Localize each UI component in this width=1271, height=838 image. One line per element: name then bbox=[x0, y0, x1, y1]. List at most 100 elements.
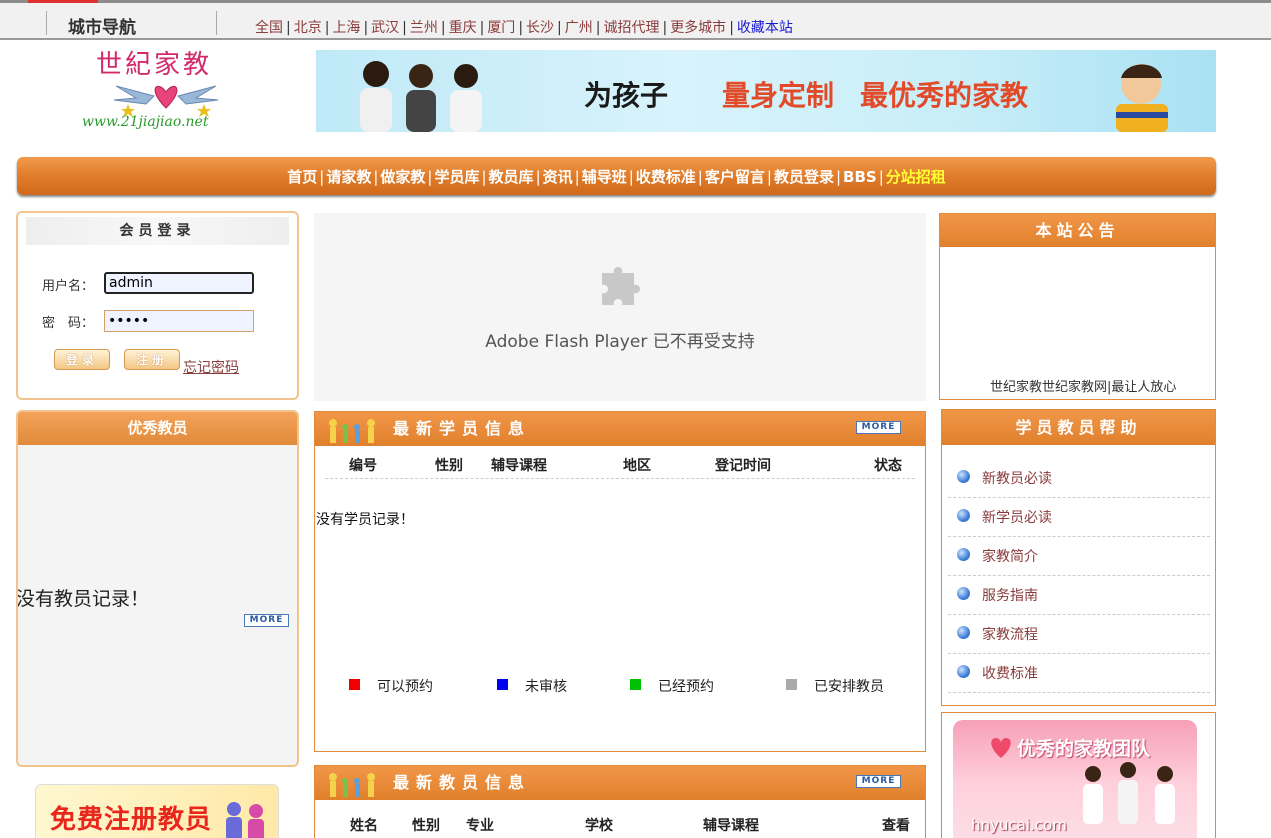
forgot-password-link[interactable]: 忘记密码 bbox=[183, 357, 239, 377]
nav-news[interactable]: 资讯 bbox=[543, 168, 573, 186]
city-link-xiamen[interactable]: 厦门 bbox=[487, 20, 515, 36]
member-login-panel: 会员登录 用户名： 密 码： 登录 注册 忘记密码 bbox=[16, 211, 299, 400]
plugin-icon bbox=[602, 267, 640, 305]
help-link-intro[interactable]: 家教简介 bbox=[982, 546, 1038, 566]
bullet-icon bbox=[957, 470, 970, 483]
family-icon bbox=[329, 419, 375, 443]
city-link-changsha[interactable]: 长沙 bbox=[526, 20, 554, 36]
city-link-all[interactable]: 全国 bbox=[255, 20, 283, 36]
col-course: 辅导课程 bbox=[491, 458, 547, 474]
top-accent bbox=[28, 0, 98, 3]
help-link-new-student[interactable]: 新学员必读 bbox=[982, 507, 1052, 527]
notice-marquee[interactable]: 世纪家教世纪家教网|最让人放心 bbox=[990, 376, 1176, 395]
city-link-beijing[interactable]: 北京 bbox=[294, 20, 322, 36]
teachers-title: 优秀教员 bbox=[18, 412, 297, 445]
banner-text-2: 量身定制 bbox=[722, 79, 835, 112]
city-link-lanzhou[interactable]: 兰州 bbox=[410, 20, 438, 36]
help-list: 新教员必读 新学员必读 家教简介 服务指南 家教流程 收费标准 bbox=[948, 459, 1210, 693]
col-register-time: 登记时间 bbox=[715, 458, 771, 474]
bullet-icon bbox=[957, 509, 970, 522]
teacher-info-title: 最新教员信息 bbox=[393, 773, 532, 792]
nav-pricing[interactable]: 收费标准 bbox=[636, 168, 696, 186]
nav-request-tutor[interactable]: 请家教 bbox=[326, 168, 371, 186]
login-title: 会员登录 bbox=[26, 217, 289, 245]
students-header: 最新学员信息 MORE bbox=[315, 412, 925, 446]
bullet-icon bbox=[957, 665, 970, 678]
help-item: 新教员必读 bbox=[948, 459, 1210, 498]
bookmark-link[interactable]: 收藏本站 bbox=[737, 20, 793, 36]
logo-emblem-icon bbox=[113, 85, 219, 117]
logo-name: 世紀家教 bbox=[96, 50, 213, 80]
col-gender: 性别 bbox=[412, 818, 440, 834]
notice-title: 本站公告 bbox=[940, 214, 1215, 247]
col-status: 状态 bbox=[874, 458, 902, 474]
help-link-process[interactable]: 家教流程 bbox=[982, 624, 1038, 644]
register-teacher-ad[interactable]: 免费注册教员 bbox=[35, 784, 279, 838]
city-link-wuhan[interactable]: 武汉 bbox=[371, 20, 399, 36]
nav-student-db[interactable]: 学员库 bbox=[434, 168, 479, 186]
city-nav-title: 城市导航 bbox=[68, 18, 136, 38]
username-input[interactable] bbox=[104, 272, 254, 294]
help-item: 新学员必读 bbox=[948, 498, 1210, 537]
agent-link[interactable]: 诚招代理 bbox=[603, 20, 659, 36]
family-icon bbox=[329, 773, 375, 797]
nav-home[interactable]: 首页 bbox=[287, 168, 317, 186]
col-view: 查看 bbox=[882, 818, 910, 834]
help-item: 收费标准 bbox=[948, 654, 1210, 693]
banner-text-1: 为孩子 bbox=[584, 79, 669, 112]
nav-bbs[interactable]: BBS bbox=[843, 168, 877, 186]
city-link-chongqing[interactable]: 重庆 bbox=[449, 20, 477, 36]
bullet-icon bbox=[957, 587, 970, 600]
teacher-info-header: 最新教员信息 MORE bbox=[315, 766, 925, 800]
flash-placeholder: Adobe Flash Player 已不再受支持 bbox=[314, 213, 926, 401]
divider bbox=[46, 11, 47, 35]
city-links: 全国 | 北京 | 上海 | 武汉 | 兰州 | 重庆 | 厦门 | 长沙 | 广州 | 诚招代理 | 更多城市 | 收藏本… bbox=[255, 20, 793, 36]
help-link-service-guide[interactable]: 服务指南 bbox=[982, 585, 1038, 605]
nav-classes[interactable]: 辅导班 bbox=[582, 168, 627, 186]
col-region: 地区 bbox=[623, 458, 651, 474]
help-panel: 学员教员帮助 新教员必读 新学员必读 家教简介 服务指南 家教流程 收费标准 bbox=[941, 409, 1216, 706]
logo-url: www.21jiajiao.net bbox=[82, 114, 209, 130]
password-input[interactable] bbox=[104, 310, 254, 332]
help-link-pricing[interactable]: 收费标准 bbox=[982, 663, 1038, 683]
team-ad-url: hnyucai.com bbox=[971, 816, 1067, 834]
register-ad-text: 免费注册教员 bbox=[50, 805, 213, 835]
username-label: 用户名： bbox=[42, 279, 95, 294]
more-cities-link[interactable]: 更多城市 bbox=[670, 20, 726, 36]
help-link-new-teacher[interactable]: 新教员必读 bbox=[982, 468, 1052, 488]
students-photo-icon bbox=[360, 61, 482, 132]
teacher-info-columns: 姓名 性别 专业 学校 辅导课程 查看 bbox=[325, 812, 915, 838]
col-school: 学校 bbox=[585, 818, 613, 834]
child-photo-icon bbox=[1116, 64, 1168, 132]
city-link-shanghai[interactable]: 上海 bbox=[332, 20, 360, 36]
site-notice-panel: 本站公告 世纪家教世纪家教网|最让人放心 bbox=[939, 213, 1216, 400]
team-people-icon bbox=[1083, 762, 1175, 824]
nav-messages[interactable]: 客户留言 bbox=[705, 168, 765, 186]
teachers-empty-text: 没有教员记录！ bbox=[16, 588, 150, 610]
bullet-icon bbox=[957, 626, 970, 639]
col-course: 辅导课程 bbox=[703, 818, 759, 834]
register-button[interactable]: 注册 bbox=[124, 349, 180, 370]
nav-teacher-login[interactable]: 教员登录 bbox=[774, 168, 834, 186]
help-title: 学员教员帮助 bbox=[942, 410, 1215, 445]
site-logo[interactable]: 世紀家教 www.21jiajiao.net bbox=[76, 42, 256, 136]
nav-be-tutor[interactable]: 做家教 bbox=[380, 168, 425, 186]
excellent-teachers-panel: 优秀教员 没有教员记录！ MORE bbox=[16, 410, 299, 767]
promo-banner[interactable]: 为孩子 量身定制 最优秀的家教 bbox=[316, 50, 1216, 132]
help-item: 服务指南 bbox=[948, 576, 1210, 615]
flash-message: Adobe Flash Player 已不再受支持 bbox=[485, 332, 755, 352]
teachers-more-button[interactable]: MORE bbox=[244, 614, 289, 627]
bullet-icon bbox=[957, 548, 970, 561]
heart-icon bbox=[991, 738, 1011, 758]
col-name: 姓名 bbox=[350, 818, 378, 834]
tutor-team-ad[interactable]: 优秀的家教团队 hnyucai.com bbox=[941, 712, 1216, 838]
students-more-button[interactable]: MORE bbox=[856, 421, 901, 434]
nav-teacher-db[interactable]: 教员库 bbox=[489, 168, 534, 186]
people-icon bbox=[226, 802, 264, 838]
help-item: 家教简介 bbox=[948, 537, 1210, 576]
col-major: 专业 bbox=[466, 818, 494, 834]
login-button[interactable]: 登录 bbox=[54, 349, 110, 370]
nav-branch-rent[interactable]: 分站招租 bbox=[886, 168, 946, 186]
city-link-guangzhou[interactable]: 广州 bbox=[565, 20, 593, 36]
teacher-info-more-button[interactable]: MORE bbox=[856, 775, 901, 788]
